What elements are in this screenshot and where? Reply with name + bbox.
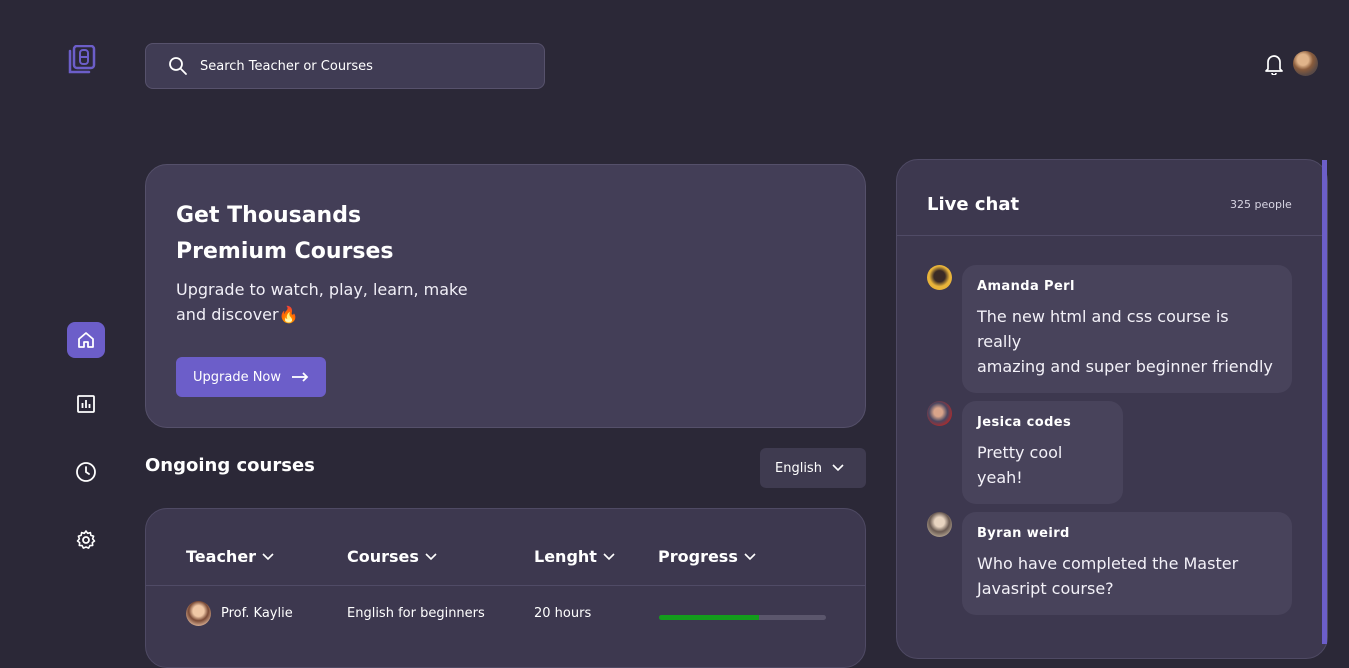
column-header-label: Teacher bbox=[186, 547, 257, 566]
column-header-length[interactable]: Lenght bbox=[534, 547, 615, 566]
nav-stats[interactable] bbox=[67, 386, 105, 422]
courses-table: Teacher Courses Lenght Progress Prof. Ka… bbox=[145, 508, 866, 668]
avatar bbox=[927, 401, 952, 426]
promo-title-line2: Premium Courses bbox=[176, 239, 394, 264]
column-header-courses[interactable]: Courses bbox=[347, 547, 437, 566]
message-text: Pretty cool yeah! bbox=[977, 443, 1063, 487]
message-text-line: amazing and super beginner friendly bbox=[977, 357, 1273, 376]
live-chat-panel: Live chat 325 people Amanda Perl The new… bbox=[896, 159, 1328, 659]
language-select[interactable]: English bbox=[760, 448, 866, 488]
logo-icon[interactable] bbox=[68, 44, 96, 75]
nav-home[interactable] bbox=[67, 322, 105, 358]
message-sender: Jesica codes bbox=[977, 415, 1072, 430]
chevron-down-icon bbox=[262, 552, 274, 560]
column-header-label: Progress bbox=[658, 547, 738, 566]
avatar bbox=[927, 512, 952, 537]
promo-subtitle-line2: and discover🔥 bbox=[176, 305, 299, 324]
gear-icon bbox=[76, 530, 96, 549]
chevron-down-icon bbox=[832, 464, 844, 472]
live-chat-count: 325 people bbox=[1230, 198, 1292, 211]
message-text-line: Who have completed the Master bbox=[977, 554, 1239, 573]
promo-title: Get Thousands Premium Courses bbox=[176, 198, 476, 270]
progress-fill bbox=[659, 615, 760, 620]
home-icon bbox=[78, 332, 94, 348]
column-header-label: Lenght bbox=[534, 547, 597, 566]
chevron-down-icon bbox=[744, 552, 756, 560]
chat-divider bbox=[897, 235, 1327, 236]
message-sender: Byran weird bbox=[977, 526, 1070, 541]
search-input[interactable] bbox=[200, 58, 520, 74]
chat-message: Byran weird Who have completed the Maste… bbox=[962, 512, 1292, 615]
bell-icon[interactable] bbox=[1264, 53, 1284, 75]
sidebar bbox=[0, 0, 130, 644]
cell-course[interactable]: English for beginners bbox=[347, 606, 485, 621]
promo-title-line1: Get Thousands bbox=[176, 203, 362, 228]
column-header-label: Courses bbox=[347, 547, 419, 566]
upgrade-now-label: Upgrade Now bbox=[192, 369, 282, 385]
promo-subtitle: Upgrade to watch, play, learn, make and … bbox=[176, 277, 496, 327]
chat-message: Amanda Perl The new html and css course … bbox=[962, 265, 1292, 393]
message-text-line: Javasript course? bbox=[977, 579, 1114, 598]
ongoing-courses-title: Ongoing courses bbox=[145, 455, 315, 476]
promo-card: Get Thousands Premium Courses Upgrade to… bbox=[145, 164, 866, 428]
avatar bbox=[927, 265, 952, 290]
chevron-down-icon bbox=[603, 552, 615, 560]
nav-history[interactable] bbox=[67, 454, 105, 490]
promo-subtitle-line1: Upgrade to watch, play, learn, make bbox=[176, 280, 468, 299]
cell-length: 20 hours bbox=[534, 606, 592, 621]
language-value: English bbox=[775, 460, 822, 476]
column-header-teacher[interactable]: Teacher bbox=[186, 547, 274, 566]
chat-scrollbar[interactable] bbox=[1322, 160, 1327, 644]
chart-icon bbox=[77, 395, 95, 413]
message-text-line: The new html and css course is really bbox=[977, 307, 1229, 351]
live-chat-title: Live chat bbox=[927, 194, 1020, 215]
arrow-right-icon bbox=[292, 372, 309, 382]
nav-settings[interactable] bbox=[67, 522, 105, 558]
clock-icon bbox=[76, 462, 96, 482]
message-text: Who have completed the Master Javasript … bbox=[977, 551, 1277, 601]
search-bar[interactable] bbox=[145, 43, 545, 89]
chevron-down-icon bbox=[425, 552, 437, 560]
progress-bar bbox=[659, 615, 826, 620]
table-divider bbox=[146, 585, 865, 586]
message-text: The new html and css course is really am… bbox=[977, 304, 1277, 379]
search-icon bbox=[169, 57, 187, 75]
chat-message: Jesica codes Pretty cool yeah! bbox=[962, 401, 1123, 504]
column-header-progress[interactable]: Progress bbox=[658, 547, 756, 566]
cell-teacher: Prof. Kaylie bbox=[221, 606, 293, 621]
message-sender: Amanda Perl bbox=[977, 279, 1075, 294]
upgrade-now-button[interactable]: Upgrade Now bbox=[176, 357, 326, 397]
teacher-avatar bbox=[186, 601, 211, 626]
user-avatar[interactable] bbox=[1293, 51, 1318, 76]
